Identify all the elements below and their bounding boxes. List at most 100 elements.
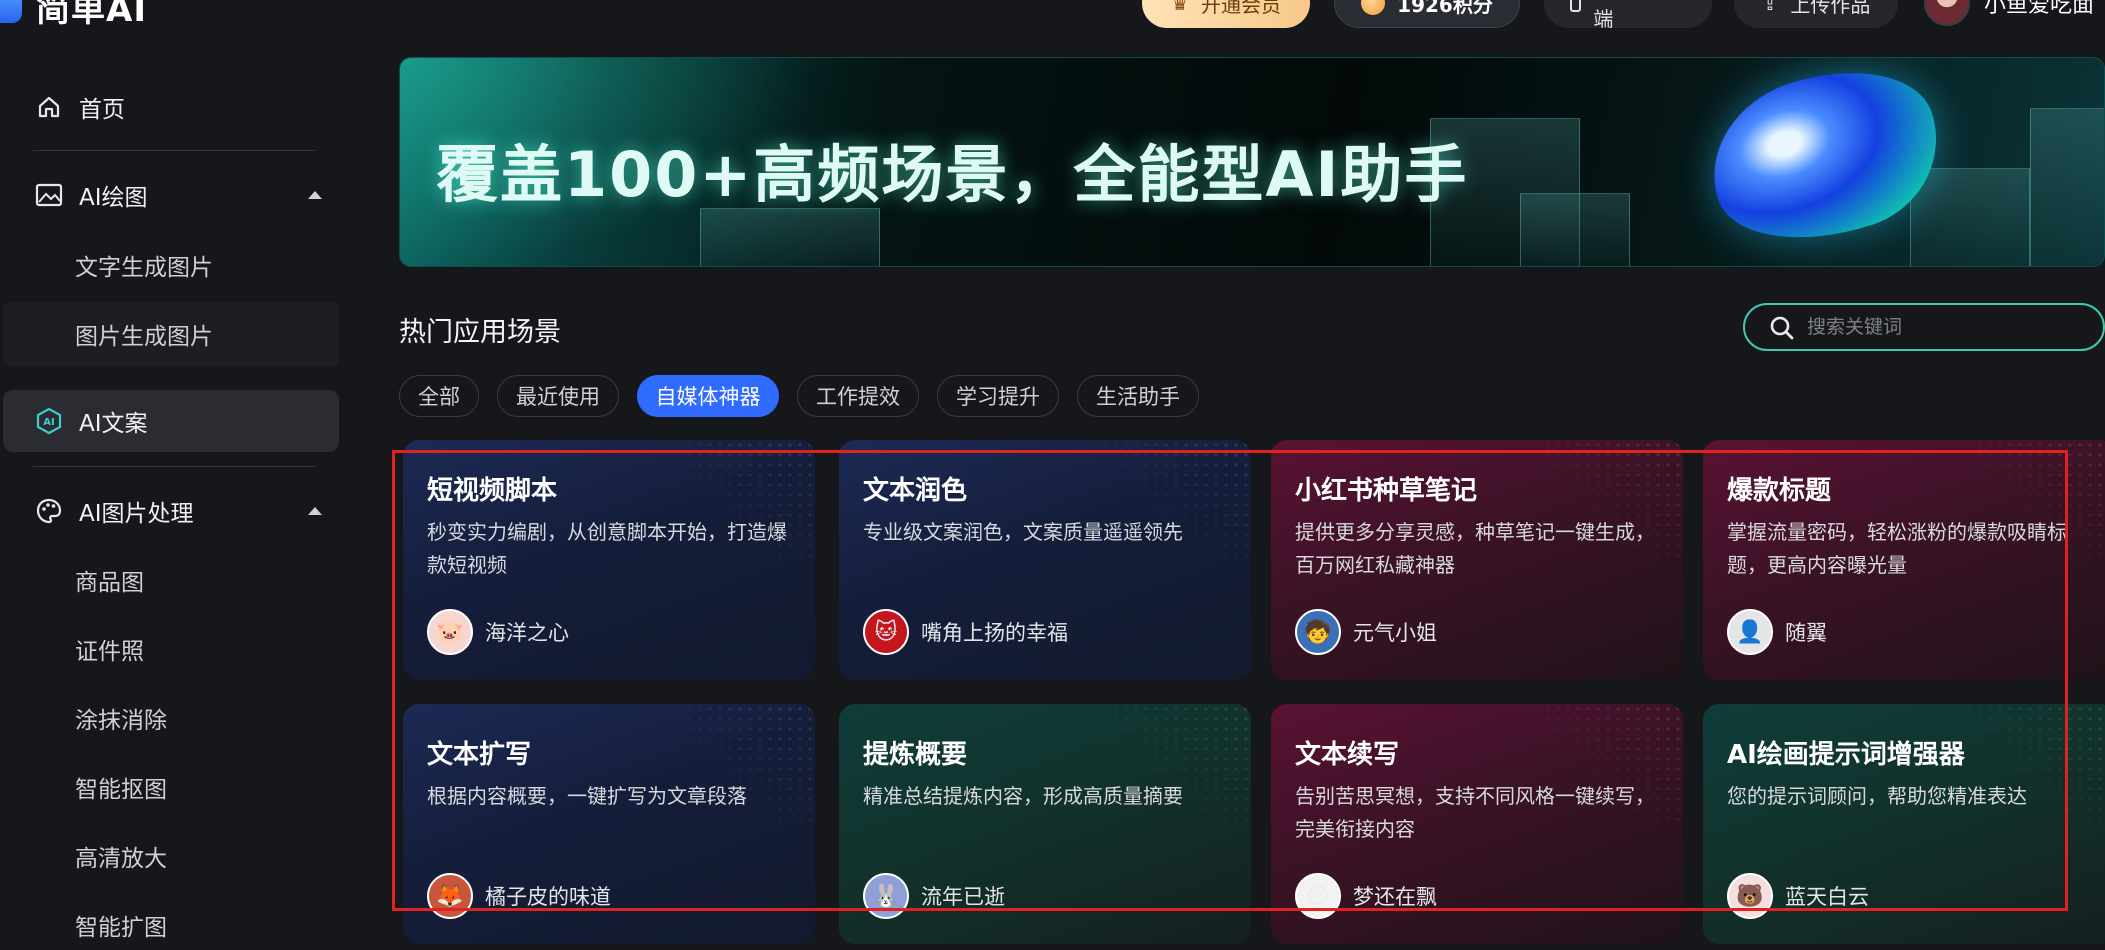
avatar: 👤 — [1727, 609, 1773, 655]
vip-button-label: 开通会员 — [1200, 0, 1281, 17]
image-icon — [34, 180, 64, 210]
app-card[interactable]: 提炼概要 精准总结提炼内容，形成高质量摘要 🐰 流年已逝 — [839, 704, 1251, 944]
user-name: 小鱼爱吃面 — [1984, 0, 2095, 18]
top-bar: ♛ 开通会员 1926积分 体验移动端 ⇪ 上传作品 小鱼爱吃面 — [0, 0, 2105, 34]
avatar: 🦊 — [427, 873, 473, 919]
sidebar-subitem-label: 证件照 — [75, 639, 144, 665]
card-title: AI绘画提示词增强器 — [1727, 740, 1965, 770]
sidebar-divider — [33, 466, 315, 467]
card-author-name: 元气小姐 — [1353, 621, 1437, 645]
card-author: 🐰 流年已逝 — [863, 872, 1005, 920]
points-button[interactable]: 1926积分 — [1334, 0, 1520, 28]
caret-up-icon[interactable] — [308, 191, 322, 199]
sidebar-subitem[interactable]: 涂抹消除 — [3, 686, 339, 750]
crown-icon: ♛ — [1171, 0, 1189, 15]
banner-cube — [1520, 193, 1630, 266]
card-title: 文本续写 — [1295, 740, 1400, 770]
card-description: 秒变实力编剧，从创意脚本开始，打造爆款短视频 — [427, 520, 787, 577]
card-description: 告别苦思冥想，支持不同风格一键续写，完美衔接内容 — [1295, 784, 1655, 841]
sidebar-subitem-label: 文字生成图片 — [75, 255, 213, 281]
card-description: 掌握流量密码，轻松涨粉的爆款吸睛标题，更高内容曝光量 — [1727, 520, 2067, 577]
sidebar-item-ai-drawing[interactable]: AI绘图 — [3, 164, 339, 226]
sidebar-subitem[interactable]: 智能抠图 — [3, 755, 339, 819]
tab-life[interactable]: 生活助手 — [1077, 375, 1199, 417]
app-card[interactable]: AI绘画提示词增强器 您的提示词顾问，帮助您精准表达 🐻 蓝天白云 — [1703, 704, 2105, 944]
card-description: 专业级文案润色，文案质量遥遥领先 — [863, 520, 1183, 544]
user-menu[interactable]: 小鱼爱吃面 — [1924, 0, 2094, 28]
card-author: 🧒 元气小姐 — [1295, 608, 1437, 656]
sidebar-subitem-label: 涂抹消除 — [75, 708, 167, 734]
sidebar-subitem-text-to-image[interactable]: 文字生成图片 — [3, 233, 339, 297]
tab-work[interactable]: 工作提效 — [797, 375, 919, 417]
sidebar-item-label: AI绘图 — [79, 185, 148, 211]
avatar: 🐷 — [427, 609, 473, 655]
upload-button[interactable]: ⇪ 上传作品 — [1734, 0, 1898, 28]
tab-self-media[interactable]: 自媒体神器 — [637, 375, 779, 417]
sidebar-item-home[interactable]: 首页 — [3, 76, 339, 138]
sidebar-divider — [33, 150, 315, 151]
coin-icon — [1361, 0, 1386, 15]
app-card[interactable]: 短视频脚本 秒变实力编剧，从创意脚本开始，打造爆款短视频 🐷 海洋之心 — [403, 440, 815, 680]
card-author-name: 橘子皮的味道 — [485, 885, 611, 909]
sidebar-subitem[interactable]: 商品图 — [3, 548, 339, 612]
sidebar-subitem-label: 高清放大 — [75, 846, 167, 872]
card-title: 文本润色 — [863, 476, 968, 506]
card-description: 根据内容概要，一键扩写为文章段落 — [427, 784, 747, 808]
sidebar-subitem-label: 图片生成图片 — [75, 324, 213, 350]
banner-cube — [1910, 168, 2030, 266]
banner-cube — [700, 208, 880, 266]
sidebar-item-label: 首页 — [79, 97, 125, 123]
card-author: 🐱 嘴角上扬的幸福 — [863, 608, 1068, 656]
sidebar-subitem[interactable]: 智能扩图 — [3, 893, 339, 950]
search-icon — [1770, 316, 1794, 340]
home-icon — [34, 92, 64, 122]
upload-icon: ⇪ — [1761, 0, 1779, 15]
phone-icon — [1570, 0, 1582, 12]
card-author-name: 蓝天白云 — [1785, 885, 1869, 909]
palette-icon — [34, 496, 64, 526]
card-author-name: 流年已逝 — [921, 885, 1005, 909]
upload-button-label: 上传作品 — [1790, 0, 1871, 17]
sidebar-subitem[interactable]: 证件照 — [3, 617, 339, 681]
section-title: 热门应用场景 — [399, 317, 561, 348]
app-card[interactable]: 小红书种草笔记 提供更多分享灵感，种草笔记一键生成，百万网红私藏神器 🧒 元气小… — [1271, 440, 1683, 680]
card-author: 🐷 海洋之心 — [427, 608, 569, 656]
vip-button[interactable]: ♛ 开通会员 — [1142, 0, 1310, 28]
card-author-name: 海洋之心 — [485, 621, 569, 645]
sidebar-subitem-label: 智能抠图 — [75, 777, 167, 803]
banner-cube — [2030, 108, 2104, 266]
sidebar-item-label: AI文案 — [79, 411, 148, 437]
search-box[interactable] — [1743, 303, 2105, 351]
caret-up-icon[interactable] — [308, 507, 322, 515]
mobile-button[interactable]: 体验移动端 — [1544, 0, 1712, 31]
tab-all[interactable]: 全部 — [399, 375, 479, 417]
card-author: 😶 梦还在飘 — [1295, 872, 1437, 920]
card-title: 文本扩写 — [427, 740, 532, 770]
card-author-name: 嘴角上扬的幸福 — [921, 621, 1068, 645]
search-input[interactable] — [1807, 311, 2087, 343]
sidebar-item-ai-copywriting[interactable]: AI AI文案 — [3, 390, 339, 452]
app-card[interactable]: 文本续写 告别苦思冥想，支持不同风格一键续写，完美衔接内容 😶 梦还在飘 — [1271, 704, 1683, 944]
avatar: 🐱 — [863, 609, 909, 655]
app-card[interactable]: 爆款标题 掌握流量密码，轻松涨粉的爆款吸睛标题，更高内容曝光量 👤 随翼 — [1703, 440, 2105, 680]
app-card[interactable]: 文本润色 专业级文案润色，文案质量遥遥领先 🐱 嘴角上扬的幸福 — [839, 440, 1251, 680]
tab-recent[interactable]: 最近使用 — [497, 375, 619, 417]
sidebar-subitem-label: 商品图 — [75, 570, 144, 596]
sidebar-item-ai-image-processing[interactable]: AI图片处理 — [3, 480, 339, 542]
promo-banner[interactable]: 覆盖100+高频场景，全能型AI助手 — [399, 57, 2105, 267]
sidebar: 简单AI 首页 AI绘图 文字生成图片 图片生成图片 AI AI文案 AI图片处… — [0, 0, 345, 950]
ai-hexagon-icon: AI — [34, 406, 64, 436]
sidebar-subitem[interactable]: 高清放大 — [3, 824, 339, 888]
sidebar-subitem-label: 智能扩图 — [75, 915, 167, 941]
sidebar-subitem-image-to-image[interactable]: 图片生成图片 — [3, 302, 339, 366]
card-author-name: 随翼 — [1785, 621, 1827, 645]
avatar: 🐰 — [863, 873, 909, 919]
sidebar-item-label: AI图片处理 — [79, 501, 194, 527]
card-description: 您的提示词顾问，帮助您精准表达 — [1727, 784, 2027, 808]
mobile-button-label: 体验移动端 — [1593, 0, 1673, 31]
card-title: 短视频脚本 — [427, 476, 558, 506]
avatar: 🧒 — [1295, 609, 1341, 655]
avatar: 😶 — [1295, 873, 1341, 919]
tab-study[interactable]: 学习提升 — [937, 375, 1059, 417]
app-card[interactable]: 文本扩写 根据内容概要，一键扩写为文章段落 🦊 橘子皮的味道 — [403, 704, 815, 944]
